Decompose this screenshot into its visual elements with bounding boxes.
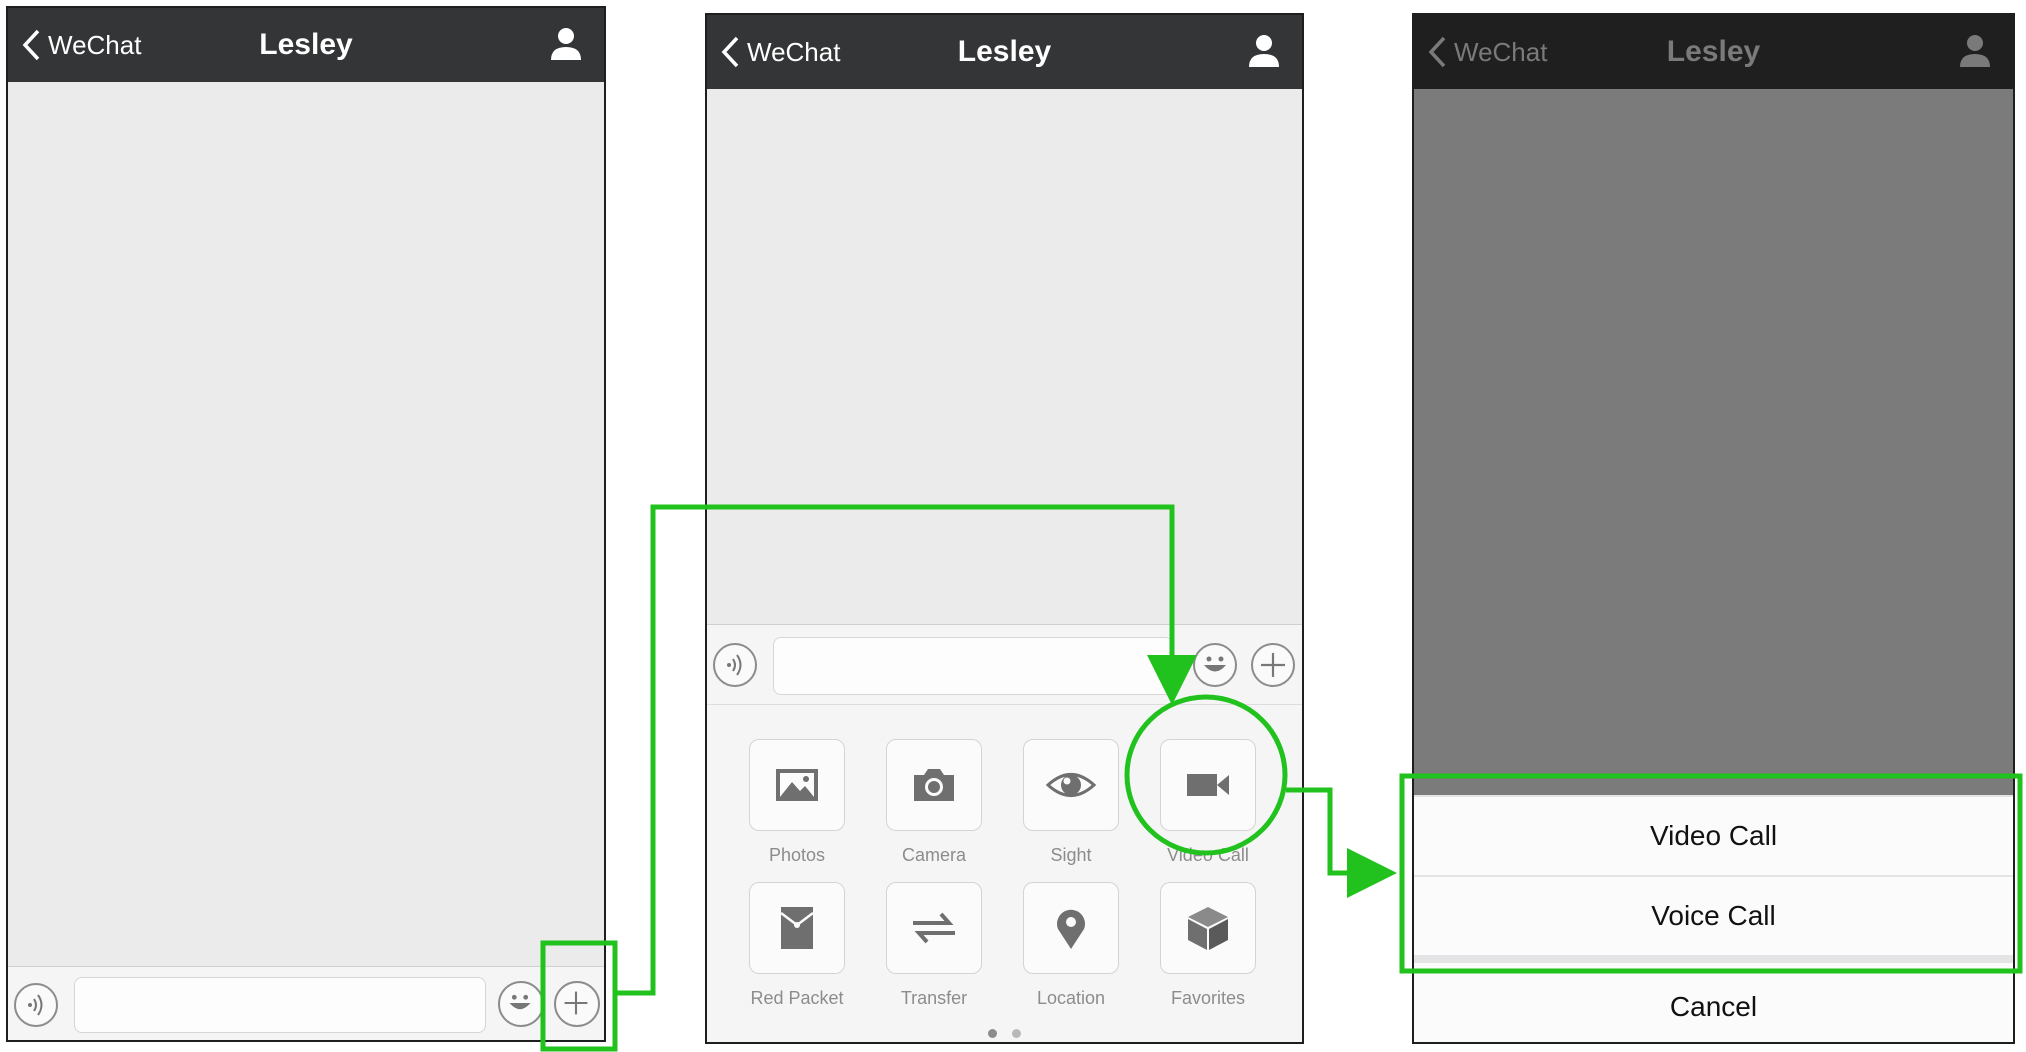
voice-icon <box>727 654 742 676</box>
sight-icon <box>1046 773 1096 797</box>
plus-button[interactable] <box>1251 643 1295 687</box>
tool-location[interactable]: Location <box>1021 882 1121 1009</box>
person-icon[interactable] <box>1246 33 1282 69</box>
cancel-option[interactable]: Cancel <box>1414 963 2013 1042</box>
tool-video-call-box[interactable] <box>1160 739 1256 831</box>
tool-label: Video Call <box>1167 845 1249 865</box>
tool-red-packet-box[interactable] <box>749 882 845 974</box>
person-icon <box>1960 35 1990 67</box>
tool-favorites-box[interactable] <box>1160 882 1256 974</box>
tool-label: Transfer <box>900 988 968 1008</box>
input-bar <box>707 624 1302 705</box>
tool-label: Camera <box>901 845 967 865</box>
voice-button[interactable] <box>14 983 58 1027</box>
person-icon[interactable] <box>548 26 584 62</box>
call-action-sheet: Video Call Voice Call Cancel <box>1414 795 2013 1042</box>
tool-red-packet[interactable]: Red Packet <box>747 882 847 1009</box>
tool-camera-box[interactable] <box>886 739 982 831</box>
tool-location-box[interactable] <box>1023 882 1119 974</box>
photos-icon <box>776 769 818 801</box>
nav-bar: WeChat Lesley <box>8 8 604 82</box>
tool-photos-box[interactable] <box>749 739 845 831</box>
location-icon <box>1057 909 1085 949</box>
tool-sight-box[interactable] <box>1023 739 1119 831</box>
tool-photos[interactable]: Photos <box>747 739 847 866</box>
nav-bar: WeChat Lesley <box>1414 15 2013 89</box>
nav-bar: WeChat Lesley <box>707 15 1302 89</box>
page-dot[interactable] <box>1011 1029 1021 1038</box>
message-input[interactable] <box>773 637 1173 695</box>
tool-label: Favorites <box>1170 988 1246 1008</box>
plus-icon <box>1261 653 1285 677</box>
tool-favorites[interactable]: Favorites <box>1158 882 1258 1009</box>
voice-call-option[interactable]: Voice Call <box>1414 877 2013 955</box>
chat-title: Lesley <box>957 35 1052 68</box>
tool-camera[interactable]: Camera <box>884 739 984 866</box>
tool-label: Red Packet <box>750 988 844 1008</box>
tool-label: Location <box>1036 988 1106 1008</box>
chat-screen-2: WeChat Lesley Photos Camera Sight Video … <box>705 13 1304 1044</box>
tool-transfer-box[interactable] <box>886 882 982 974</box>
red-packet-icon <box>780 907 814 949</box>
chat-screen-3: WeChat Lesley Video Call Voice Call Canc… <box>1412 13 2015 1044</box>
video-call-option[interactable]: Video Call <box>1414 797 2013 875</box>
tool-video-call[interactable]: Video Call <box>1158 739 1258 866</box>
message-input[interactable] <box>74 977 486 1033</box>
emoji-icon <box>509 994 531 1010</box>
transfer-icon <box>913 912 955 944</box>
page-indicator <box>707 1025 1302 1042</box>
tool-sight[interactable]: Sight <box>1021 739 1121 866</box>
tool-label: Sight <box>1050 845 1092 865</box>
emoji-icon <box>1204 656 1226 672</box>
tool-label: Photos <box>768 845 826 865</box>
tool-transfer[interactable]: Transfer <box>884 882 984 1009</box>
emoji-button[interactable] <box>498 981 544 1027</box>
camera-icon <box>914 769 954 801</box>
video-call-icon <box>1187 774 1229 796</box>
chat-screen-1: WeChat Lesley <box>6 6 606 1042</box>
voice-button[interactable] <box>713 643 757 687</box>
favorites-icon <box>1188 907 1228 950</box>
emoji-button[interactable] <box>1193 643 1237 687</box>
chat-title: Lesley <box>259 28 353 61</box>
more-tools-panel: Photos Camera Sight Video Call Red Packe… <box>707 704 1302 1042</box>
input-bar <box>8 966 604 1040</box>
voice-icon <box>28 994 43 1016</box>
plus-icon <box>564 991 588 1015</box>
chat-title: Lesley <box>1666 35 1761 68</box>
page-dot-active <box>988 1029 998 1038</box>
plus-button[interactable] <box>554 981 600 1027</box>
